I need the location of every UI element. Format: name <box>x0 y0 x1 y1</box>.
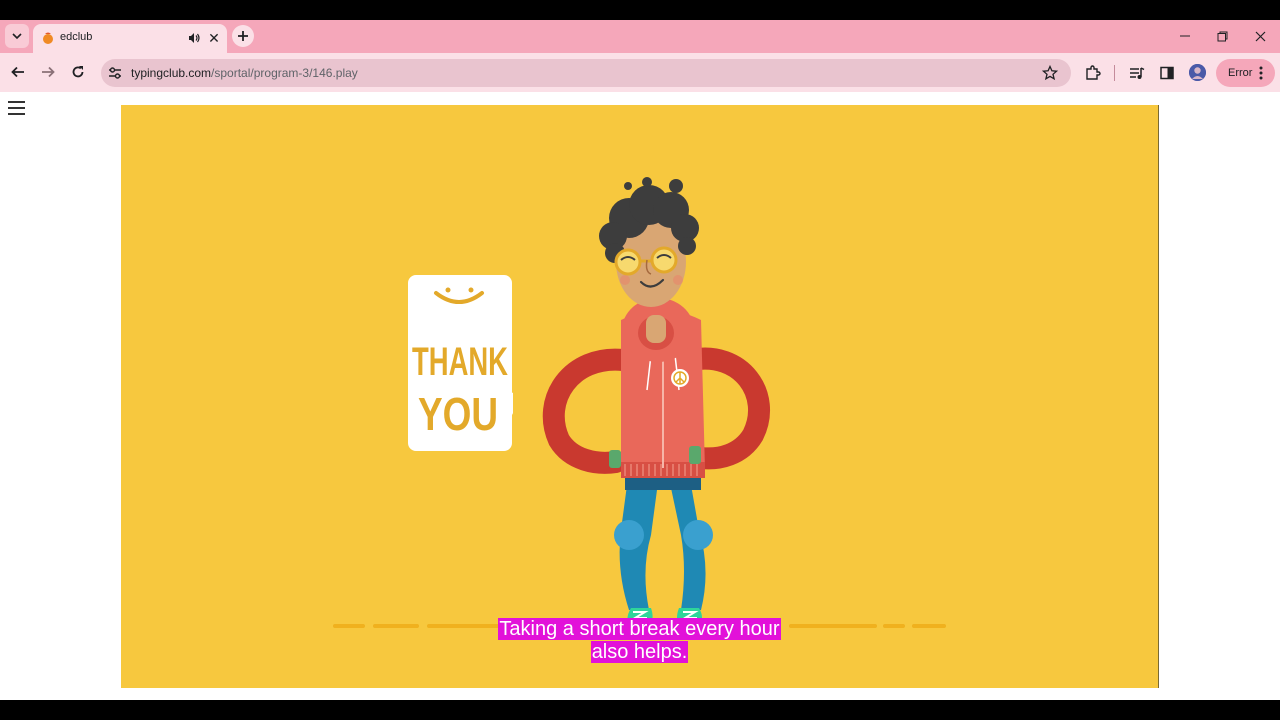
tab-search-button[interactable] <box>5 24 29 48</box>
avatar-image <box>1189 64 1206 81</box>
plus-icon <box>238 31 248 41</box>
caption-line-2: also helps. <box>121 641 1158 664</box>
forward-arrow-icon <box>42 66 55 78</box>
back-arrow-icon <box>11 66 24 78</box>
browser-toolbar: typingclub.com/sportal/program-3/146.pla… <box>0 53 1280 92</box>
url-domain: typingclub.com <box>131 66 212 80</box>
profile-error-button[interactable]: Error <box>1216 59 1275 87</box>
tab-title: edclub <box>60 31 93 43</box>
character-illustration <box>542 177 770 626</box>
reload-button[interactable] <box>69 63 87 81</box>
close-window-icon <box>1255 31 1265 41</box>
extensions-button[interactable] <box>1084 64 1102 82</box>
reload-icon <box>72 66 84 78</box>
media-control-button[interactable] <box>1128 64 1146 82</box>
active-tab[interactable]: edclub ✕ <box>33 24 227 53</box>
side-panel-icon <box>1160 66 1174 80</box>
url-path: /sportal/program-3/146.play <box>211 66 358 80</box>
edclub-favicon <box>43 32 53 44</box>
close-window-button[interactable] <box>1250 27 1270 45</box>
error-label: Error <box>1228 67 1253 79</box>
media-control-icon <box>1130 67 1145 79</box>
thank-you-bubble: THANK YOU <box>408 275 513 451</box>
profile-avatar[interactable] <box>1189 64 1206 81</box>
caption-text-2: also helps. <box>590 641 689 663</box>
new-tab-button[interactable] <box>232 25 254 47</box>
close-tab-icon[interactable]: ✕ <box>207 30 221 46</box>
toolbar-separator <box>1114 65 1115 81</box>
more-vertical-icon <box>1259 66 1263 80</box>
page-content: THANK YOU Taking a short break every hou… <box>0 92 1280 700</box>
bubble-line-2: YOU <box>418 388 498 440</box>
minimize-button[interactable] <box>1175 27 1195 45</box>
chevron-down-icon <box>12 33 22 40</box>
side-panel-button[interactable] <box>1158 64 1176 82</box>
puzzle-icon <box>1086 65 1101 80</box>
tab-strip: edclub ✕ <box>0 20 1280 53</box>
back-button[interactable] <box>9 63 27 81</box>
audio-playing-icon[interactable] <box>187 31 201 45</box>
lesson-video[interactable]: THANK YOU Taking a short break every hou… <box>121 105 1159 688</box>
hamburger-menu-icon[interactable] <box>8 101 25 115</box>
minimize-icon <box>1180 35 1190 37</box>
caption-line-1: Taking a short break every hour <box>121 618 1158 641</box>
restore-icon <box>1217 31 1227 41</box>
caption-text-1: Taking a short break every hour <box>498 618 781 640</box>
url-text[interactable]: typingclub.com/sportal/program-3/146.pla… <box>131 66 358 80</box>
address-bar[interactable]: typingclub.com/sportal/program-3/146.pla… <box>101 59 1071 87</box>
restore-button[interactable] <box>1212 27 1232 45</box>
bubble-line-1: THANK <box>412 340 508 384</box>
forward-button[interactable] <box>39 63 57 81</box>
site-settings-icon[interactable] <box>108 66 122 80</box>
bookmark-star-icon[interactable] <box>1042 65 1058 81</box>
